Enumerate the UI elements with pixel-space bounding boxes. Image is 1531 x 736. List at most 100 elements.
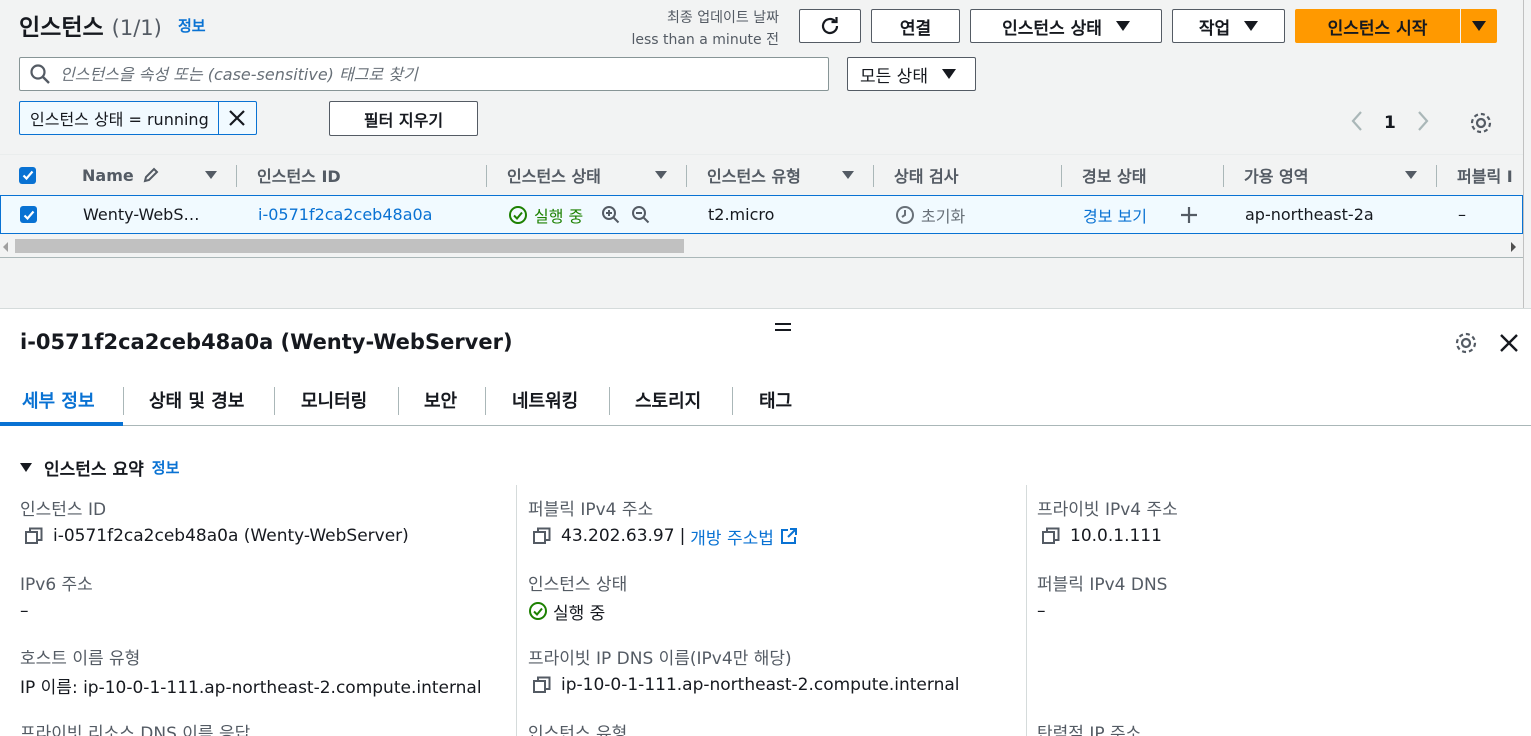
copy-icon[interactable] bbox=[533, 527, 551, 545]
scrollbar-thumb[interactable] bbox=[15, 239, 684, 253]
prev-page-icon[interactable] bbox=[1350, 110, 1364, 136]
field-public-dns: 퍼블릭 IPv4 DNS – bbox=[1037, 570, 1167, 624]
column-header-public-ip[interactable]: 퍼블릭 I bbox=[1457, 155, 1523, 195]
column-header-status-check[interactable]: 상태 검사 bbox=[894, 155, 958, 195]
page-number[interactable]: 1 bbox=[1384, 113, 1396, 133]
column-header-alarm-status[interactable]: 경보 상태 bbox=[1082, 155, 1146, 195]
cell-name: Wenty-WebS… bbox=[83, 205, 200, 224]
select-all-checkbox[interactable] bbox=[19, 155, 36, 195]
tab-divider bbox=[274, 387, 275, 415]
tab-networking[interactable]: 네트워킹 bbox=[512, 375, 578, 425]
drag-handle-icon[interactable] bbox=[775, 317, 791, 336]
tab-details[interactable]: 세부 정보 bbox=[22, 375, 95, 425]
field-instance-state: 인스턴스 상태 실행 중 bbox=[528, 570, 627, 624]
page-title: 인스턴스 (1/1) bbox=[19, 8, 162, 42]
field-label: 인스턴스 유형 bbox=[528, 724, 628, 736]
external-link-icon[interactable] bbox=[780, 527, 798, 545]
tab-divider bbox=[609, 387, 610, 415]
field-label: 프라이빗 IP DNS 이름(IPv4만 해당) bbox=[528, 649, 792, 669]
column-divider[interactable] bbox=[1061, 165, 1062, 187]
copy-icon[interactable] bbox=[25, 527, 43, 545]
gear-icon[interactable] bbox=[1454, 331, 1478, 359]
instance-state-button[interactable]: 인스턴스 상태 bbox=[970, 9, 1162, 43]
copy-icon[interactable] bbox=[533, 676, 551, 694]
launch-instance-button[interactable]: 인스턴스 시작 bbox=[1295, 9, 1460, 43]
connect-button[interactable]: 연결 bbox=[871, 9, 960, 43]
refresh-button[interactable] bbox=[799, 9, 861, 43]
search-box bbox=[19, 57, 829, 91]
separator: | bbox=[679, 526, 686, 546]
cell-instance-state: 실행 중 bbox=[508, 196, 651, 233]
field-value: IP 이름: ip-10-0-1-111.ap-northeast-2.comp… bbox=[20, 677, 482, 698]
summary-section-toggle[interactable]: 인스턴스 요약 정보 bbox=[20, 455, 179, 480]
add-alarm-icon[interactable] bbox=[1179, 196, 1199, 233]
close-icon[interactable] bbox=[1497, 331, 1521, 359]
scroll-left-icon[interactable] bbox=[3, 242, 8, 252]
sort-icon[interactable] bbox=[842, 155, 854, 195]
info-link[interactable]: 정보 bbox=[178, 15, 206, 36]
filter-token-label[interactable]: 인스턴스 상태 = running bbox=[20, 102, 218, 134]
field-value: 43.202.63.97 | 개방 주소법 bbox=[528, 523, 798, 549]
close-icon bbox=[229, 110, 246, 126]
status-select[interactable]: 모든 상태 bbox=[847, 57, 976, 91]
last-update-label: 최종 업데이트 날짜 bbox=[667, 10, 779, 26]
column-divider[interactable] bbox=[873, 165, 874, 187]
instance-state-value: 실행 중 bbox=[553, 603, 606, 624]
field-label: 호스트 이름 유형 bbox=[20, 649, 141, 669]
search-icon bbox=[20, 63, 60, 85]
detail-title: i-0571f2ca2ceb48a0a (Wenty-WebServer) bbox=[20, 330, 513, 354]
zoom-in-icon[interactable] bbox=[601, 205, 621, 225]
zoom-out-icon[interactable] bbox=[631, 205, 651, 225]
field-private-dns: 프라이빗 IP DNS 이름(IPv4만 해당) ip-10-0-1-111.a… bbox=[528, 644, 960, 698]
column-header-name[interactable]: Name bbox=[82, 155, 160, 195]
table-row[interactable]: Wenty-WebS… i-0571f2ca2ceb48a0a 실행 중 t2.… bbox=[0, 195, 1523, 234]
column-header-instance-state[interactable]: 인스턴스 상태 bbox=[507, 155, 601, 195]
clock-icon bbox=[896, 205, 914, 224]
gear-icon[interactable] bbox=[1469, 111, 1493, 139]
copy-icon[interactable] bbox=[1042, 527, 1060, 545]
field-label: 퍼블릭 IPv4 주소 bbox=[528, 500, 654, 520]
row-checkbox[interactable] bbox=[20, 196, 37, 233]
scroll-right-icon[interactable] bbox=[1511, 242, 1516, 252]
field-instance-id: 인스턴스 ID i-0571f2ca2ceb48a0a (Wenty-WebSe… bbox=[20, 495, 409, 549]
tab-storage[interactable]: 스토리지 bbox=[635, 375, 701, 425]
tab-security[interactable]: 보안 bbox=[424, 375, 457, 425]
search-input[interactable] bbox=[60, 64, 820, 84]
launch-instance-dropdown[interactable] bbox=[1461, 9, 1497, 43]
view-alarms-link[interactable]: 경보 보기 bbox=[1083, 196, 1147, 233]
refresh-icon bbox=[821, 17, 839, 35]
field-public-ipv4: 퍼블릭 IPv4 주소 43.202.63.97 | 개방 주소법 bbox=[528, 495, 798, 549]
state-text: 실행 중 bbox=[534, 206, 584, 226]
column-divider[interactable] bbox=[236, 165, 237, 187]
tab-status-alarms[interactable]: 상태 및 경보 bbox=[149, 375, 244, 425]
next-page-icon[interactable] bbox=[1416, 110, 1430, 136]
field-value: 10.0.1.111 bbox=[1037, 523, 1178, 549]
sort-icon[interactable] bbox=[1405, 155, 1417, 195]
column-divider[interactable] bbox=[1223, 165, 1224, 187]
column-header-instance-id[interactable]: 인스턴스 ID bbox=[257, 155, 341, 195]
tab-monitoring[interactable]: 모니터링 bbox=[301, 375, 367, 425]
sort-icon[interactable] bbox=[205, 155, 217, 195]
tab-tags[interactable]: 태그 bbox=[759, 375, 792, 425]
column-divider[interactable] bbox=[686, 165, 687, 187]
vertical-scrollbar[interactable] bbox=[1523, 0, 1531, 308]
field-private-resource-dns: 프라이빗 리소스 DNS 이름 응답 bbox=[20, 719, 250, 736]
horizontal-scrollbar[interactable] bbox=[0, 237, 1523, 255]
remove-filter-button[interactable] bbox=[217, 102, 256, 134]
cell-instance-id-link[interactable]: i-0571f2ca2ceb48a0a bbox=[258, 196, 432, 233]
column-header-availability-zone[interactable]: 가용 영역 bbox=[1244, 155, 1308, 195]
sort-icon[interactable] bbox=[655, 155, 667, 195]
open-address-link[interactable]: 개방 주소법 bbox=[690, 524, 774, 549]
field-value: – bbox=[1037, 601, 1046, 621]
field-value: ip-10-0-1-111.ap-northeast-2.compute.int… bbox=[528, 672, 960, 698]
column-divider[interactable] bbox=[1436, 165, 1437, 187]
clear-filters-button[interactable]: 필터 지우기 bbox=[329, 101, 478, 136]
column-header-instance-type[interactable]: 인스턴스 유형 bbox=[707, 155, 801, 195]
cell-public-ip: – bbox=[1458, 205, 1466, 224]
actions-button[interactable]: 작업 bbox=[1172, 9, 1285, 43]
cell-status-check: 초기화 bbox=[895, 196, 965, 233]
status-check-text: 초기화 bbox=[921, 206, 966, 226]
info-link[interactable]: 정보 bbox=[152, 457, 180, 478]
field-hostname-type: 호스트 이름 유형 IP 이름: ip-10-0-1-111.ap-northe… bbox=[20, 644, 482, 698]
column-divider[interactable] bbox=[486, 165, 487, 187]
